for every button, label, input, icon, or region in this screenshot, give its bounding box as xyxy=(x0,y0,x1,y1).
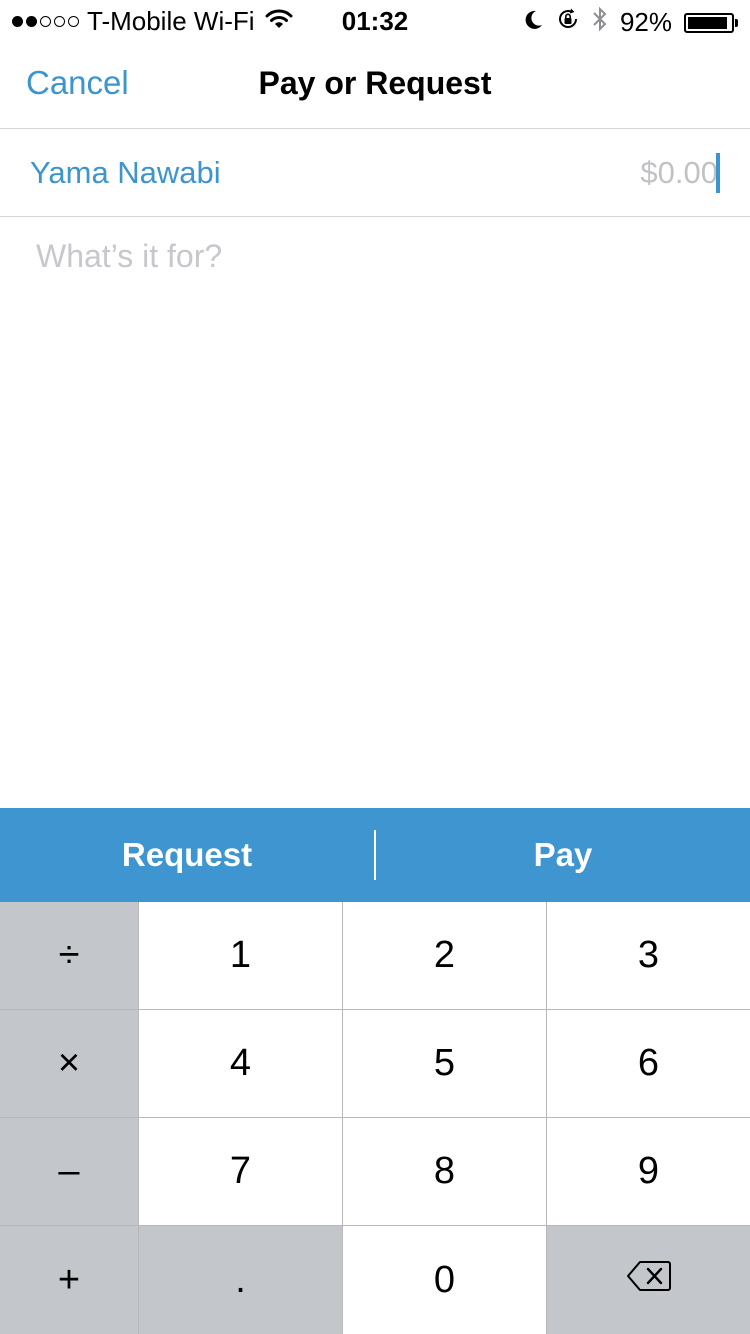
pay-button[interactable]: Pay xyxy=(376,808,750,902)
battery-body xyxy=(684,12,734,33)
battery-tip xyxy=(735,18,738,27)
key-0[interactable]: 0 xyxy=(343,1226,546,1334)
action-bar: Request Pay xyxy=(0,808,750,902)
navigation-bar: Cancel Pay or Request xyxy=(0,40,750,129)
key-divide[interactable]: ÷ xyxy=(0,902,138,1009)
key-2[interactable]: 2 xyxy=(343,902,546,1009)
request-button[interactable]: Request xyxy=(0,808,374,902)
key-multiply[interactable]: × xyxy=(0,1010,138,1117)
key-add[interactable]: + xyxy=(0,1226,138,1334)
note-input[interactable]: What’s it for? xyxy=(36,238,222,275)
recipient-name[interactable]: Yama Nawabi xyxy=(30,155,221,191)
key-9[interactable]: 9 xyxy=(547,1118,750,1225)
moon-icon xyxy=(522,7,544,38)
rotation-lock-icon xyxy=(556,7,580,38)
key-subtract[interactable]: – xyxy=(0,1118,138,1225)
key-1[interactable]: 1 xyxy=(139,902,342,1009)
text-cursor xyxy=(716,153,720,193)
key-7[interactable]: 7 xyxy=(139,1118,342,1225)
numeric-keypad: ÷ × – + 1 2 3 4 5 6 7 8 9 . 0 xyxy=(0,902,750,1334)
key-decimal[interactable]: . xyxy=(139,1226,342,1334)
battery-percent: 92% xyxy=(619,7,672,37)
page-title: Pay or Request xyxy=(258,65,492,101)
key-3[interactable]: 3 xyxy=(547,902,750,1009)
backspace-key[interactable] xyxy=(547,1226,750,1334)
key-6[interactable]: 6 xyxy=(547,1010,750,1117)
key-8[interactable]: 8 xyxy=(343,1118,546,1225)
status-bar: T-Mobile Wi-Fi 01:32 92% xyxy=(0,0,750,40)
key-5[interactable]: 5 xyxy=(343,1010,546,1117)
backspace-icon xyxy=(626,1259,672,1302)
amount-input[interactable]: $0.00 xyxy=(640,155,718,191)
key-4[interactable]: 4 xyxy=(139,1010,342,1117)
recipient-row[interactable]: Yama Nawabi $0.00 xyxy=(0,129,750,217)
battery-icon xyxy=(684,12,738,33)
bluetooth-icon xyxy=(592,6,608,39)
status-right: 92% xyxy=(522,6,738,39)
battery-fill xyxy=(688,16,727,29)
